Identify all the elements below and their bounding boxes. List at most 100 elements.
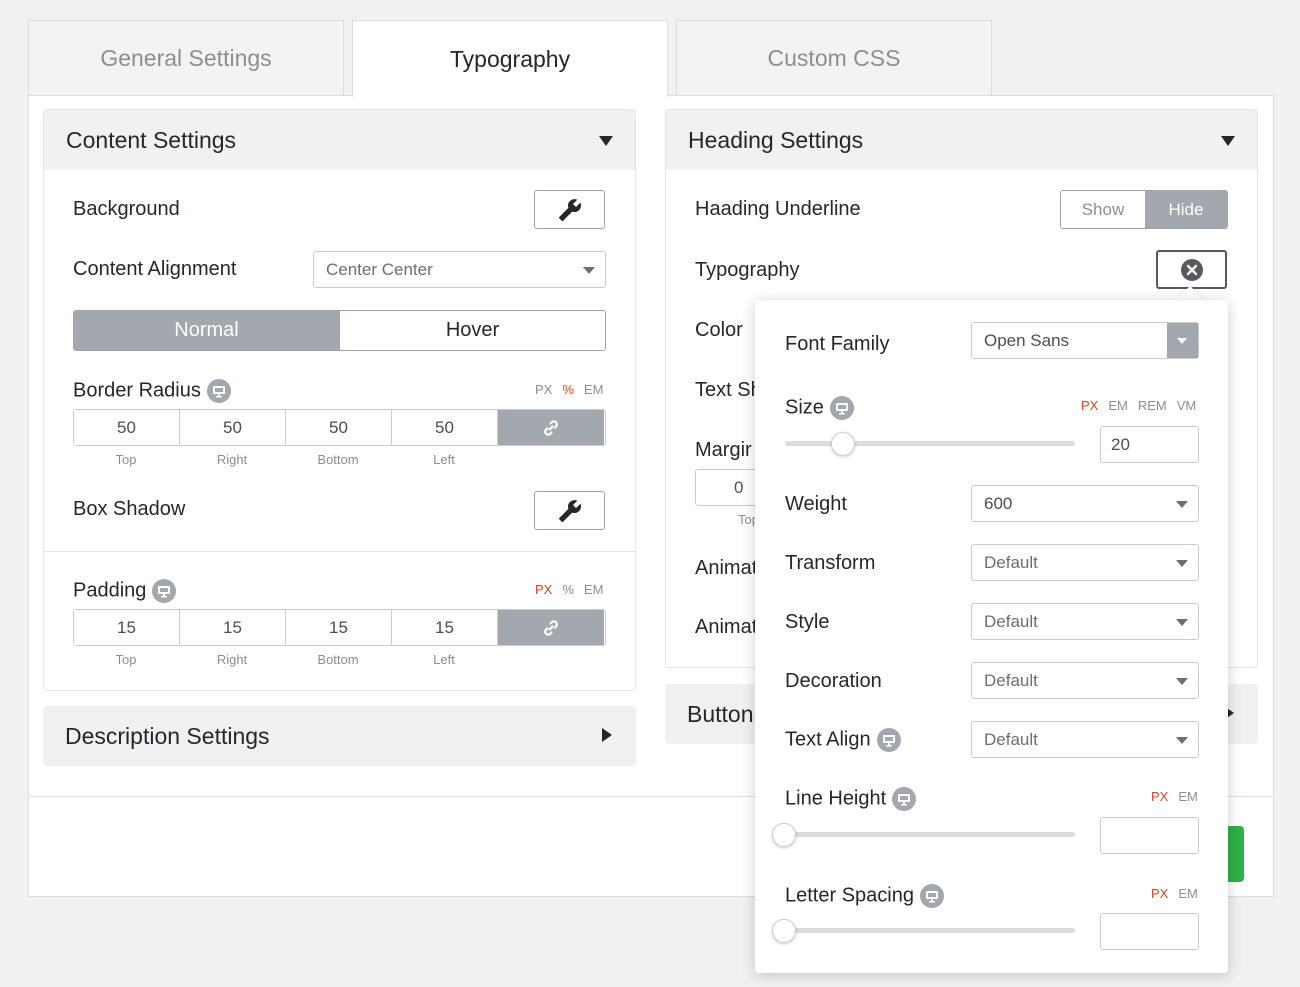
unit-px[interactable]: PX [1081, 398, 1098, 413]
line-height-slider-handle[interactable] [772, 823, 796, 847]
border-radius-bottom-input[interactable]: 50 [286, 410, 392, 445]
desktop-icon[interactable] [206, 379, 231, 403]
unit-percent[interactable]: % [562, 382, 574, 397]
link-values-button[interactable] [498, 610, 604, 645]
underline-hide-button[interactable]: Hide [1144, 191, 1227, 228]
border-radius-label: Border Radius [73, 379, 231, 403]
size-label: Size [785, 396, 854, 420]
select-value: Default [984, 611, 1038, 631]
animation-duration-label: Animat [695, 616, 758, 638]
size-text: Size [785, 396, 824, 419]
style-select[interactable]: Default [971, 603, 1199, 640]
weight-select[interactable]: 600 [971, 485, 1199, 522]
size-slider-handle[interactable] [831, 432, 855, 456]
underline-show-button[interactable]: Show [1061, 191, 1145, 228]
content-alignment-label: Content Alignment [73, 258, 237, 280]
unit-px[interactable]: PX [535, 582, 552, 597]
panel-title: Heading Settings [688, 126, 864, 153]
underline-toggle: Show Hide [1060, 190, 1228, 229]
description-settings-header[interactable]: Description Settings [43, 706, 636, 766]
animation-label: Animat [695, 557, 758, 579]
state-normal-button[interactable]: Normal [74, 311, 339, 350]
unit-em[interactable]: EM [1178, 886, 1198, 901]
size-input[interactable]: 20 [1100, 426, 1199, 463]
border-radius-side-labels: Top Right Bottom Left [73, 452, 497, 467]
size-units: PX EM REM VM [1081, 398, 1196, 413]
section-divider [44, 551, 635, 552]
letter-spacing-input[interactable] [1100, 913, 1199, 950]
unit-px[interactable]: PX [535, 382, 552, 397]
panel-title: Description Settings [65, 722, 270, 749]
letter-spacing-slider-track[interactable] [785, 928, 1075, 933]
transform-select[interactable]: Default [971, 544, 1199, 581]
font-family-select[interactable]: Open Sans [971, 322, 1199, 359]
text-align-select[interactable]: Default [971, 721, 1199, 758]
border-radius-right-input[interactable]: 50 [180, 410, 286, 445]
link-values-button[interactable] [498, 410, 604, 445]
line-height-units: PX EM [1151, 789, 1198, 804]
typography-label: Typography [695, 259, 800, 281]
chevron-down-icon [1176, 678, 1188, 685]
unit-em[interactable]: EM [1178, 789, 1198, 804]
desktop-icon[interactable] [152, 579, 177, 603]
unit-em[interactable]: EM [1108, 398, 1128, 413]
unit-px[interactable]: PX [1151, 789, 1168, 804]
content-settings-header[interactable]: Content Settings [44, 110, 635, 170]
description-settings-panel[interactable]: Description Settings [43, 706, 636, 766]
text-shadow-label: Text Sh [695, 379, 762, 401]
border-radius-left-input[interactable]: 50 [392, 410, 498, 445]
font-family-dropdown-button[interactable] [1167, 323, 1198, 358]
background-edit-button[interactable] [534, 190, 605, 229]
padding-right-input[interactable]: 15 [180, 610, 286, 645]
unit-em[interactable]: EM [584, 382, 604, 397]
tab-custom-css[interactable]: Custom CSS [676, 20, 992, 96]
side-label: Right [216, 452, 248, 467]
desktop-icon[interactable] [876, 728, 901, 752]
padding-text: Padding [73, 579, 147, 602]
desktop-icon[interactable] [829, 396, 854, 420]
link-icon [544, 619, 558, 636]
desktop-icon[interactable] [892, 787, 917, 811]
padding-units: PX % EM [535, 582, 603, 597]
unit-em[interactable]: EM [584, 582, 604, 597]
box-shadow-edit-button[interactable] [534, 491, 605, 530]
border-radius-top-input[interactable]: 50 [74, 410, 180, 445]
padding-top-input[interactable]: 15 [74, 610, 180, 645]
desktop-icon[interactable] [919, 884, 944, 908]
transform-label: Transform [785, 552, 876, 574]
typography-popup: Font Family Open Sans Size PX EM REM VM … [755, 300, 1228, 973]
style-label: Style [785, 611, 830, 633]
letter-spacing-label: Letter Spacing [785, 884, 944, 908]
heading-settings-header[interactable]: Heading Settings [666, 110, 1257, 170]
line-height-text: Line Height [785, 787, 887, 810]
line-height-slider-track[interactable] [785, 832, 1075, 837]
side-label: Top [115, 652, 137, 667]
select-value: 600 [984, 493, 1013, 513]
content-alignment-select[interactable]: Center Center [313, 251, 606, 288]
wrench-icon [558, 198, 581, 221]
size-slider-track[interactable] [785, 441, 1075, 446]
unit-vm[interactable]: VM [1177, 398, 1197, 413]
tab-typography[interactable]: Typography [352, 20, 668, 97]
caret-down-icon [599, 136, 613, 146]
line-height-input[interactable] [1100, 817, 1199, 854]
border-radius-inputs: 50 50 50 50 [73, 409, 606, 446]
chevron-down-icon [1176, 560, 1188, 567]
text-align-text: Text Align [785, 728, 871, 751]
letter-spacing-text: Letter Spacing [785, 884, 914, 907]
padding-bottom-input[interactable]: 15 [286, 610, 392, 645]
padding-left-input[interactable]: 15 [392, 610, 498, 645]
decoration-select[interactable]: Default [971, 662, 1199, 699]
padding-label: Padding [73, 579, 177, 603]
padding-side-labels: Top Right Bottom Left [73, 652, 497, 667]
letter-spacing-units: PX EM [1151, 886, 1198, 901]
letter-spacing-slider-handle[interactable] [772, 919, 796, 943]
tab-general-settings[interactable]: General Settings [28, 20, 344, 96]
unit-rem[interactable]: REM [1138, 398, 1167, 413]
state-hover-button[interactable]: Hover [339, 311, 605, 350]
unit-px[interactable]: PX [1151, 886, 1168, 901]
unit-percent[interactable]: % [562, 582, 574, 597]
typography-close-button[interactable] [1156, 250, 1227, 289]
decoration-label: Decoration [785, 670, 882, 692]
state-toggle: Normal Hover [73, 310, 606, 351]
